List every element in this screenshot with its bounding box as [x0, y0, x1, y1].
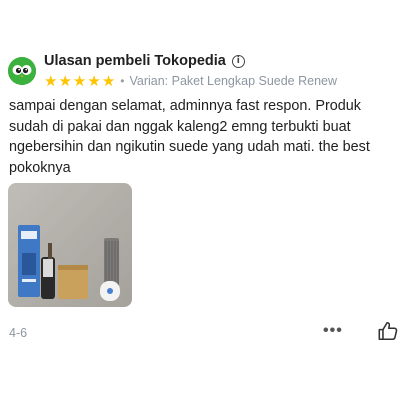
- star-icon: ★: [58, 71, 72, 90]
- more-options-icon[interactable]: •••: [323, 322, 343, 340]
- review-date: 4-6: [9, 326, 28, 340]
- review-photo[interactable]: [8, 183, 132, 307]
- thumbs-up-icon[interactable]: [377, 320, 399, 342]
- review-header: Ulasan pembeli Tokopedia i ★ ★ ★ ★ ★ • V…: [8, 52, 337, 89]
- star-icon: ★: [72, 71, 87, 90]
- star-icon: ★: [44, 71, 58, 90]
- product-photo-illustration: [8, 183, 132, 307]
- variant-text: Varian: Paket Lengkap Suede Renew: [129, 74, 338, 88]
- meta-row: ★ ★ ★ ★ ★ • Varian: Paket Lengkap Suede …: [44, 73, 337, 89]
- source-label: Ulasan pembeli Tokopedia: [44, 53, 226, 69]
- info-icon[interactable]: i: [231, 54, 245, 68]
- header-text: Ulasan pembeli Tokopedia i ★ ★ ★ ★ ★ • V…: [44, 52, 337, 89]
- tokopedia-owl-logo: [8, 56, 36, 85]
- rating-stars: ★ ★ ★ ★ ★: [44, 71, 116, 90]
- review-card: Ulasan pembeli Tokopedia i ★ ★ ★ ★ ★ • V…: [0, 0, 400, 400]
- star-icon: ★: [87, 71, 101, 90]
- star-icon: ★: [101, 71, 116, 90]
- title-row: Ulasan pembeli Tokopedia i: [44, 52, 337, 70]
- separator-dot: •: [120, 74, 125, 88]
- review-body: sampai dengan selamat, adminnya fast res…: [9, 98, 370, 176]
